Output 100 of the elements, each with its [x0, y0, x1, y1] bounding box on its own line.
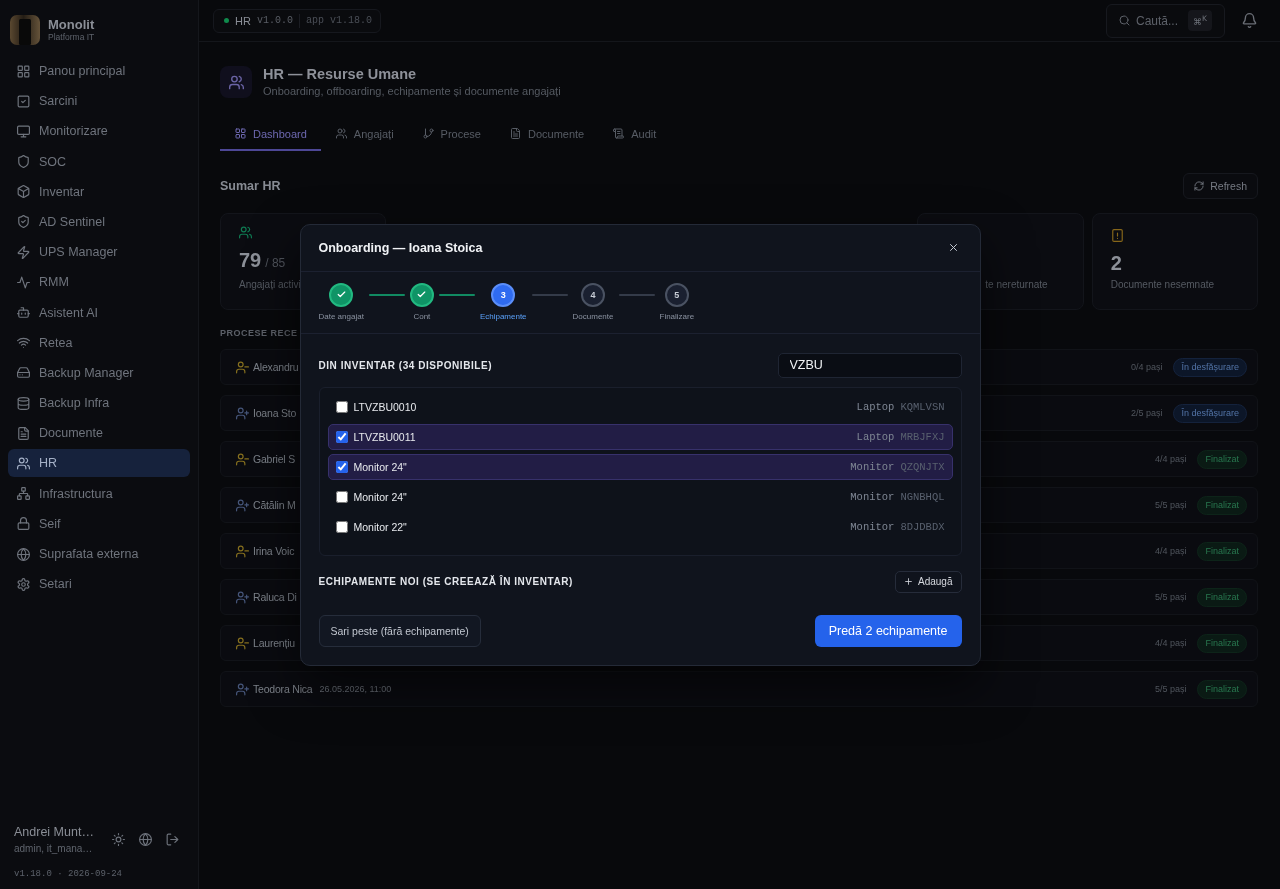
lock-icon [17, 517, 30, 531]
tab[interactable]: Audit [598, 118, 671, 151]
tab[interactable]: Procese [407, 118, 495, 151]
step-count: 4/4 pași [1154, 454, 1187, 464]
sidebar-item[interactable]: Infrastructura [8, 479, 190, 508]
item-type: Monitor [850, 490, 895, 503]
sidebar-item[interactable]: Seif [8, 509, 190, 538]
sidebar-item[interactable]: Setari [8, 570, 190, 599]
sidebar-item[interactable]: Backup Manager [8, 358, 190, 387]
shield-icon [17, 155, 30, 169]
sidebar-item[interactable]: HR [8, 449, 190, 478]
step-count: 4/4 pași [1154, 546, 1187, 556]
checkbox[interactable] [335, 520, 348, 533]
users-icon [17, 456, 30, 470]
employee-name: Ioana Sto [253, 407, 297, 419]
grid-icon [235, 128, 246, 139]
step-count: 0/4 pași [1130, 362, 1163, 372]
item-code: NGNBHQL [900, 490, 945, 503]
inventory-item[interactable]: LTVZBU0010 Laptop KQMLVSN [327, 393, 953, 420]
search-icon [1119, 15, 1130, 26]
section-title: DIN INVENTAR (34 DISPONIBILE) [318, 359, 493, 371]
add-button[interactable]: Adaugă [895, 570, 962, 593]
user-plus-icon [236, 498, 249, 512]
item-name: Monitor 24" [353, 490, 407, 503]
search-button[interactable]: Caută... ⌘$^{K}$ [1106, 3, 1225, 38]
status-badge: În desfășurare [1173, 357, 1247, 377]
sidebar-item[interactable]: Panou principal [8, 57, 190, 85]
status-badge: Finalizat [1197, 495, 1247, 515]
step-count: 5/5 pași [1154, 592, 1187, 602]
sidebar-item[interactable]: Asistent AI [8, 298, 190, 327]
checkbox[interactable] [335, 400, 348, 413]
step-label: Date angajat [318, 311, 364, 322]
inventory-item[interactable]: Monitor 24" Monitor NGNBHQL [327, 483, 953, 510]
user-minus-icon [236, 452, 249, 466]
sidebar-item[interactable]: SOC [8, 147, 190, 176]
checkbox[interactable] [335, 460, 348, 473]
status-badge: Finalizat [1197, 587, 1247, 607]
sidebar-item[interactable]: Suprafata externa [8, 540, 190, 568]
item-code: MRBJFXJ [900, 430, 945, 443]
employee-name: Gabriel S [253, 453, 295, 465]
stat-label: te nereturnate [985, 279, 1048, 291]
version-text: v1.18.0 · 2026-09-24 [14, 869, 123, 879]
bell-icon[interactable] [1242, 13, 1257, 28]
step-number: 4 [581, 282, 606, 307]
module-version: v1.0.0 [256, 15, 293, 26]
globe-icon [17, 547, 30, 561]
sidebar-item[interactable]: Sarcini [8, 87, 190, 116]
user-minus-icon [236, 636, 249, 650]
inventory-item[interactable]: LTVZBU0011 Laptop MRBJFXJ [327, 423, 953, 450]
step-number: 5 [664, 282, 689, 307]
stat-value: 2 [1110, 251, 1122, 275]
sidebar-item[interactable]: Backup Infra [8, 389, 190, 418]
item-type: Monitor [850, 460, 895, 473]
step-number: 3 [491, 282, 516, 307]
tab[interactable]: Documente [494, 118, 599, 151]
checkbox[interactable] [335, 430, 348, 443]
sidebar-item[interactable]: UPS Manager [8, 238, 190, 267]
item-code: KQMLVSN [900, 400, 945, 413]
database-icon [17, 396, 30, 410]
stat-total: / 85 [265, 255, 286, 272]
item-name: Monitor 22" [353, 520, 407, 533]
search-field[interactable]: VZBU [777, 352, 962, 378]
sun-icon[interactable] [112, 833, 125, 846]
skip-button[interactable]: Sari peste (fără echipamente) [318, 614, 481, 647]
grid-icon [17, 64, 30, 78]
step-count: 5/5 pași [1154, 500, 1187, 510]
drive-icon [17, 366, 30, 380]
sidebar-item[interactable]: Documente [8, 419, 190, 448]
inventory-item[interactable]: Monitor 24" Monitor QZQNJTX [327, 453, 953, 480]
checkbox[interactable] [335, 490, 348, 503]
dialog-title: Onboarding — Ioana Stoica [318, 240, 483, 255]
tab[interactable]: Angajați [320, 118, 408, 151]
submit-button[interactable]: Predă 2 echipamente [814, 614, 962, 647]
step-count: 2/5 pași [1130, 408, 1163, 418]
sidebar-item[interactable]: Inventar [8, 177, 190, 206]
employee-name: Alexandru [253, 361, 299, 373]
sidebar-item[interactable]: AD Sentinel [8, 207, 190, 236]
logout-icon[interactable] [166, 833, 179, 846]
stat-label: Angajați activi [239, 279, 301, 291]
brand-name: Monolit [48, 17, 95, 32]
item-code: QZQNJTX [900, 460, 945, 473]
status-badge: Finalizat [1197, 449, 1247, 469]
box-icon [17, 185, 30, 199]
keyboard-shortcut: ⌘$^{K}$ [1188, 10, 1212, 31]
close-icon[interactable] [947, 242, 959, 253]
sidebar-item[interactable]: Monitorizare [8, 117, 190, 146]
globe-icon[interactable] [139, 833, 152, 846]
refresh-button[interactable]: Refresh [1183, 173, 1258, 199]
process-date: 26.05.2026, 11:00 [319, 684, 392, 694]
sidebar-item[interactable]: Retea [8, 328, 190, 357]
inventory-item[interactable]: Monitor 22" Monitor 8DJDBDX [327, 513, 953, 540]
tab[interactable]: Dashboard [220, 118, 321, 151]
warning-document-icon [1110, 229, 1124, 242]
process-row[interactable]: Teodora Nica 26.05.2026, 11:00 5/5 pași Finalizat [220, 671, 1258, 707]
item-name: Monitor 24" [353, 460, 407, 473]
checkbox-icon [17, 94, 30, 108]
sidebar-item[interactable]: RMM [8, 268, 190, 297]
employee-name: Cătălin M [253, 499, 296, 511]
employee-name: Raluca Di [253, 591, 297, 603]
employee-name: Laurențiu [253, 637, 295, 649]
